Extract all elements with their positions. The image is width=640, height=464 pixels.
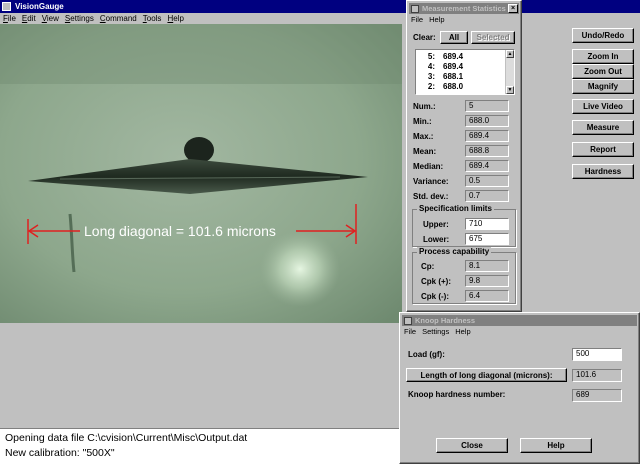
stat-value: 689.4 (465, 130, 509, 142)
measurement-annotation: Long diagonal = 101.6 microns (84, 223, 276, 239)
knoop-menu-help[interactable]: Help (455, 327, 470, 336)
list-item[interactable]: 3: 688.1 (419, 72, 463, 81)
load-label: Load (gf): (408, 350, 445, 359)
process-group-title: Process capability (417, 247, 492, 256)
list-item[interactable]: 5: 689.4 (419, 52, 463, 61)
cpk-plus-value: 9.8 (465, 275, 509, 287)
spec-group-title: Specification limits (417, 204, 494, 213)
load-input[interactable]: 500 (572, 348, 622, 361)
cpk-plus-label: Cpk (+): (421, 277, 451, 286)
stat-value: 0.7 (465, 190, 509, 202)
clear-all-button[interactable]: All (440, 31, 468, 44)
clear-label: Clear: (413, 33, 436, 42)
app-title: VisionGauge (15, 2, 64, 11)
stat-label: Variance: (413, 177, 449, 186)
hardness-button[interactable]: Hardness (572, 164, 634, 179)
stat-label: Max.: (413, 132, 434, 141)
scroll-up-icon[interactable]: ▲ (506, 50, 514, 58)
undo-redo-button[interactable]: Undo/Redo (572, 28, 634, 43)
knoop-titlebar[interactable]: Knoop Hardness (402, 315, 637, 326)
long-diagonal-button[interactable]: Length of long diagonal (microns): (406, 368, 567, 382)
menu-settings[interactable]: Settings (65, 14, 94, 23)
zoom-in-button[interactable]: Zoom In (572, 49, 634, 64)
long-diagonal-value: 101.6 (572, 369, 622, 382)
cpk-minus-label: Cpk (-): (421, 292, 449, 301)
stat-label: Std. dev.: (413, 192, 449, 201)
main-titlebar: VisionGauge (0, 0, 640, 13)
menu-help[interactable]: Help (167, 14, 183, 23)
close-button[interactable]: Close (436, 438, 508, 453)
menu-tools[interactable]: Tools (143, 14, 162, 23)
knoop-hardness-value: 689 (572, 389, 622, 402)
report-button[interactable]: Report (572, 142, 634, 157)
cp-label: Cp: (421, 262, 435, 271)
stats-title: Measurement Statistics (422, 4, 506, 13)
measure-button[interactable]: Measure (572, 120, 634, 135)
help-button[interactable]: Help (520, 438, 592, 453)
knoop-menu-file[interactable]: File (404, 327, 416, 336)
lower-limit-input[interactable]: 675 (465, 233, 509, 245)
status-line: Opening data file C:\cvision\Current\Mis… (5, 432, 248, 444)
close-icon[interactable]: × (508, 4, 518, 13)
magnify-button[interactable]: Magnify (572, 79, 634, 94)
cpk-minus-value: 6.4 (465, 290, 509, 302)
stats-titlebar[interactable]: Measurement Statistics × (409, 3, 519, 14)
stat-label: Min.: (413, 117, 432, 126)
system-menu-icon[interactable] (404, 316, 412, 325)
knoop-hardness-label: Knoop hardness number: (408, 390, 506, 399)
stat-label: Mean: (413, 147, 437, 156)
knoop-menubar: File Settings Help (404, 327, 477, 336)
upper-limit-input[interactable]: 710 (465, 218, 509, 230)
stats-menubar: File Help (411, 15, 451, 24)
list-scrollbar[interactable]: ▲ ▼ (505, 50, 514, 94)
system-menu-icon[interactable] (411, 4, 419, 13)
main-menubar: File Edit View Settings Command Tools He… (0, 13, 640, 24)
cp-value: 8.1 (465, 260, 509, 272)
video-image-pane[interactable]: Long diagonal = 101.6 microns (0, 24, 402, 323)
list-item[interactable]: 4: 689.4 (419, 62, 463, 71)
stat-value: 5 (465, 100, 509, 112)
status-log: Opening data file C:\cvision\Current\Mis… (0, 428, 402, 464)
menu-edit[interactable]: Edit (22, 14, 36, 23)
stat-value: 689.4 (465, 160, 509, 172)
stat-value: 688.0 (465, 115, 509, 127)
menu-view[interactable]: View (42, 14, 59, 23)
zoom-out-button[interactable]: Zoom Out (572, 64, 634, 79)
measurement-statistics-window: Measurement Statistics × File Help Clear… (406, 0, 522, 312)
micrograph-image: Long diagonal = 101.6 microns (0, 24, 402, 323)
live-video-button[interactable]: Live Video (572, 99, 634, 114)
scroll-down-icon[interactable]: ▼ (506, 86, 514, 94)
stat-value: 0.5 (465, 175, 509, 187)
knoop-menu-settings[interactable]: Settings (422, 327, 449, 336)
status-line: New calibration: "500X" (5, 447, 115, 459)
clear-selected-button[interactable]: Selected (471, 31, 515, 44)
stat-label: Median: (413, 162, 444, 171)
upper-label: Upper: (423, 220, 449, 229)
stat-label: Num.: (413, 102, 436, 111)
menu-command[interactable]: Command (100, 14, 137, 23)
measurement-listbox[interactable]: 5: 689.4 4: 689.4 3: 688.1 2: 688.0 ▲ ▼ (415, 49, 515, 95)
knoop-title: Knoop Hardness (415, 316, 476, 325)
menu-file[interactable]: File (3, 14, 16, 23)
stats-menu-help[interactable]: Help (429, 15, 444, 24)
stat-value: 688.8 (465, 145, 509, 157)
list-item[interactable]: 2: 688.0 (419, 82, 463, 91)
app-icon[interactable] (2, 2, 11, 11)
knoop-hardness-window: Knoop Hardness File Settings Help Load (… (399, 312, 640, 464)
lower-label: Lower: (423, 235, 450, 244)
stats-menu-file[interactable]: File (411, 15, 423, 24)
